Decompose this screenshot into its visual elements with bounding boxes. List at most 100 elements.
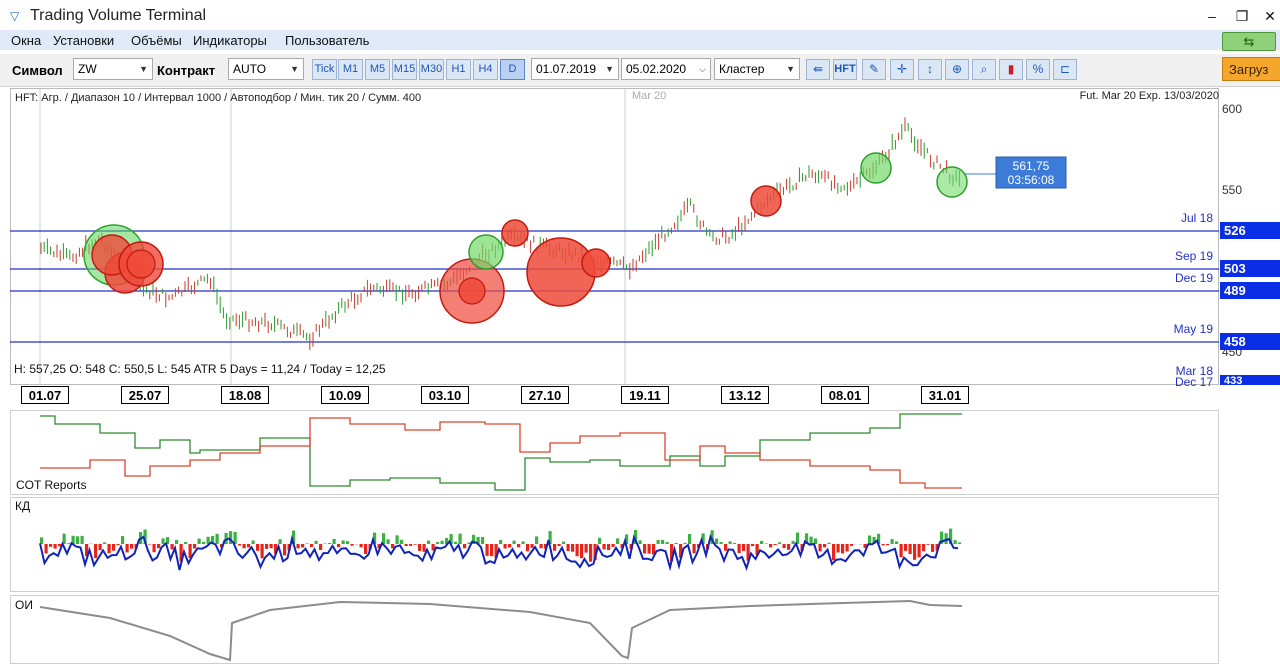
range-icon[interactable]: ⊏ xyxy=(1053,59,1077,80)
level-value: 489 xyxy=(1224,283,1246,298)
title-bar: ▽ Trading Volume Terminal – ❐ ✕ xyxy=(0,6,1280,28)
delta-bar xyxy=(499,539,503,544)
delta-bar xyxy=(913,544,917,560)
menu-windows[interactable]: Окна xyxy=(11,33,41,48)
delta-bar xyxy=(512,540,516,544)
delta-bar xyxy=(175,539,179,544)
delta-bar xyxy=(49,544,53,547)
delta-bar xyxy=(728,541,732,544)
app-logo-icon: ▽ xyxy=(10,9,20,23)
date-label: 10.09 xyxy=(321,386,369,404)
delta-bar xyxy=(193,544,197,549)
refresh-icon[interactable]: ⇆ xyxy=(1222,32,1276,51)
pen-icon[interactable]: ✎ xyxy=(862,59,886,80)
cluster-bubble-sell xyxy=(458,277,486,305)
level-label: Dec 19 xyxy=(1175,271,1213,285)
date-label: 31.01 xyxy=(921,386,969,404)
timeframe-m5[interactable]: M5 xyxy=(365,59,390,80)
oi-pane[interactable] xyxy=(10,595,1219,664)
menu-volumes[interactable]: Объёмы xyxy=(131,33,182,48)
symbol-value: ZW xyxy=(78,62,97,76)
delta-bar xyxy=(314,540,318,544)
delta-bar xyxy=(310,544,314,547)
center-icon[interactable]: ⊕ xyxy=(945,59,969,80)
close-icon[interactable]: ✕ xyxy=(1258,8,1280,26)
delta-bar xyxy=(458,533,462,544)
delta-bar xyxy=(62,533,66,544)
delta-bar xyxy=(823,544,827,548)
delta-bar xyxy=(350,544,354,546)
timeframe-tick[interactable]: Tick xyxy=(312,59,337,80)
delta-bar xyxy=(53,544,57,549)
menu-user[interactable]: Пользователь xyxy=(285,33,369,48)
delta-bar xyxy=(197,538,201,544)
delta-bar xyxy=(251,540,255,544)
cluster-bubble-sell xyxy=(126,249,156,279)
load-button[interactable]: Загруз xyxy=(1222,57,1280,81)
price-pane[interactable] xyxy=(10,88,1219,385)
delta-bar xyxy=(760,540,764,544)
timeframe-d[interactable]: D xyxy=(500,59,525,80)
window-title: Trading Volume Terminal xyxy=(30,7,207,24)
delta-bar xyxy=(539,544,543,549)
delta-bar xyxy=(931,544,935,552)
delta-bar xyxy=(130,544,134,549)
timeframe-m15[interactable]: M15 xyxy=(392,59,417,80)
delta-bar xyxy=(103,542,107,544)
info-line: HFT: Агр. / Диапазон 10 / Интервал 1000 … xyxy=(15,92,421,104)
hft-button[interactable]: HFT xyxy=(833,59,857,80)
delta-bar xyxy=(598,537,602,544)
delta-bar xyxy=(850,544,854,546)
contract-value: AUTO xyxy=(233,62,267,76)
delta-bar xyxy=(67,543,71,544)
delta-bar xyxy=(40,537,44,544)
date-label: 13.12 xyxy=(721,386,769,404)
date-label: 27.10 xyxy=(521,386,569,404)
delta-bar xyxy=(391,544,395,549)
timeframe-m30[interactable]: M30 xyxy=(419,59,444,80)
vertical-fit-icon[interactable]: ↕ xyxy=(918,59,942,80)
timeframe-h1[interactable]: H1 xyxy=(446,59,471,80)
arrows-icon[interactable]: ⇚ xyxy=(806,59,830,80)
level-label: May 19 xyxy=(1174,322,1214,336)
delta-bar xyxy=(751,544,755,547)
cluster-bubble-buy xyxy=(936,166,968,198)
symbol-select[interactable]: ZW ▼ xyxy=(73,58,153,80)
level-value: 526 xyxy=(1224,223,1246,238)
date-from-picker[interactable]: 01.07.2019 ▼ xyxy=(531,58,619,80)
bars-icon[interactable]: ▮ xyxy=(999,59,1023,80)
delta-bar xyxy=(791,540,795,544)
crosshair-icon[interactable]: ✛ xyxy=(890,59,914,80)
percent-icon[interactable]: % xyxy=(1026,59,1050,80)
contract-select[interactable]: AUTO ▼ xyxy=(228,58,304,80)
restore-icon[interactable]: ❐ xyxy=(1230,8,1254,26)
zoom-icon[interactable]: ⌕ xyxy=(972,59,996,80)
date-from-value: 01.07.2019 xyxy=(536,62,597,76)
minimize-icon[interactable]: – xyxy=(1200,8,1224,26)
delta-bar xyxy=(116,544,120,546)
menu-settings[interactable]: Установки xyxy=(53,33,114,48)
timeframe-m1[interactable]: M1 xyxy=(338,59,363,80)
menu-bar: Окна Установки Объёмы Индикаторы Пользов… xyxy=(0,30,1280,51)
delta-bar xyxy=(305,543,309,544)
delta-bar xyxy=(364,544,368,554)
delta-bar xyxy=(215,533,219,544)
delta-bar xyxy=(400,539,404,544)
delta-bar xyxy=(809,536,813,544)
menu-indicators[interactable]: Индикаторы xyxy=(193,33,267,48)
delta-bar xyxy=(692,544,696,554)
delta-bar xyxy=(422,544,426,552)
delta-bar xyxy=(584,544,588,553)
price-tick: 550 xyxy=(1222,183,1242,197)
timeframe-h4[interactable]: H4 xyxy=(473,59,498,80)
delta-bar xyxy=(571,544,575,552)
delta-bar xyxy=(643,544,647,554)
chart-area[interactable]: HFT: Агр. / Диапазон 10 / Интервал 1000 … xyxy=(10,88,1280,664)
delta-bar xyxy=(157,544,161,549)
mode-select[interactable]: Кластер ▼ xyxy=(714,58,800,80)
delta-bar xyxy=(341,540,345,544)
delta-bar xyxy=(386,539,390,544)
delta-bar xyxy=(395,535,399,544)
delta-bar xyxy=(535,536,539,544)
date-to-picker[interactable]: 05.02.2020 ⌵ xyxy=(621,58,711,80)
